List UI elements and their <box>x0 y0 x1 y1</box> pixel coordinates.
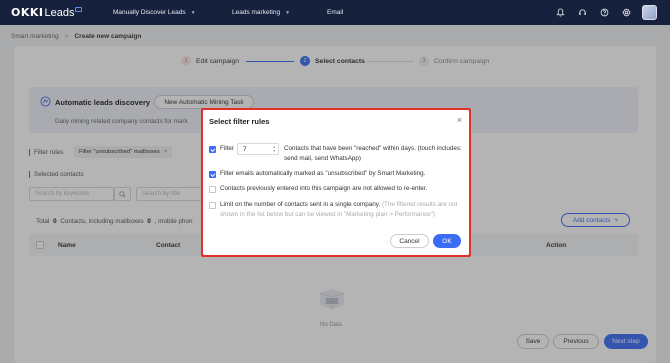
ok-button[interactable]: OK <box>433 234 461 248</box>
nav-email[interactable]: Email <box>327 9 343 16</box>
reached-days-value: 7 <box>243 145 247 153</box>
option-reached-text: Contacts that have been "reached" within… <box>284 145 462 162</box>
option-filter-prefix: Filter <box>220 145 234 152</box>
nav-manually-discover-leads[interactable]: Manually Discover Leads ▼ <box>113 9 196 16</box>
close-icon[interactable]: × <box>455 116 464 125</box>
reached-days-input[interactable]: 7 ▲ ▼ <box>237 143 279 155</box>
select-filter-rules-dialog <box>203 110 469 255</box>
nav-leads-marketing[interactable]: Leads marketing ▼ <box>232 9 290 16</box>
settings-icon[interactable] <box>622 8 631 17</box>
filter-unsubscribed-checkbox[interactable] <box>209 171 216 178</box>
dialog-title: Select filter rules <box>209 117 270 126</box>
cancel-button[interactable]: Cancel <box>390 234 429 248</box>
filter-reached-checkbox[interactable] <box>209 146 216 153</box>
limit-per-company-checkbox[interactable] <box>209 202 216 209</box>
logo-leads-text: Leads <box>44 6 75 19</box>
nav-item-label: Email <box>327 9 344 16</box>
option-unsubscribed-text: Filter emails automatically marked as "u… <box>220 170 426 177</box>
logo-badge-icon <box>75 7 83 12</box>
nav-item-label: Leads marketing <box>232 9 281 16</box>
option-limit-label: Limit on the number of contacts sent in … <box>220 201 381 208</box>
option-no-reentry-text: Contacts previously entered into this ca… <box>220 185 428 192</box>
option-limit-text: Limit on the number of contacts sent in … <box>220 200 462 220</box>
stepper-icon[interactable]: ▲ ▼ <box>273 145 276 153</box>
chevron-down-icon: ▼ <box>285 9 291 16</box>
headset-icon[interactable] <box>578 8 587 17</box>
no-reentry-checkbox[interactable] <box>209 186 216 193</box>
nav-item-label: Manually Discover Leads <box>113 9 186 16</box>
top-navigation-bar: OKKI Leads Manually Discover Leads ▼ Lea… <box>0 0 670 25</box>
avatar[interactable] <box>642 5 657 20</box>
help-icon[interactable] <box>600 8 609 17</box>
chevron-down-icon: ▼ <box>190 9 196 16</box>
bell-icon[interactable] <box>556 8 565 17</box>
logo-okki-text: OKKI <box>11 6 44 19</box>
okki-leads-logo[interactable]: OKKI Leads <box>11 6 83 19</box>
